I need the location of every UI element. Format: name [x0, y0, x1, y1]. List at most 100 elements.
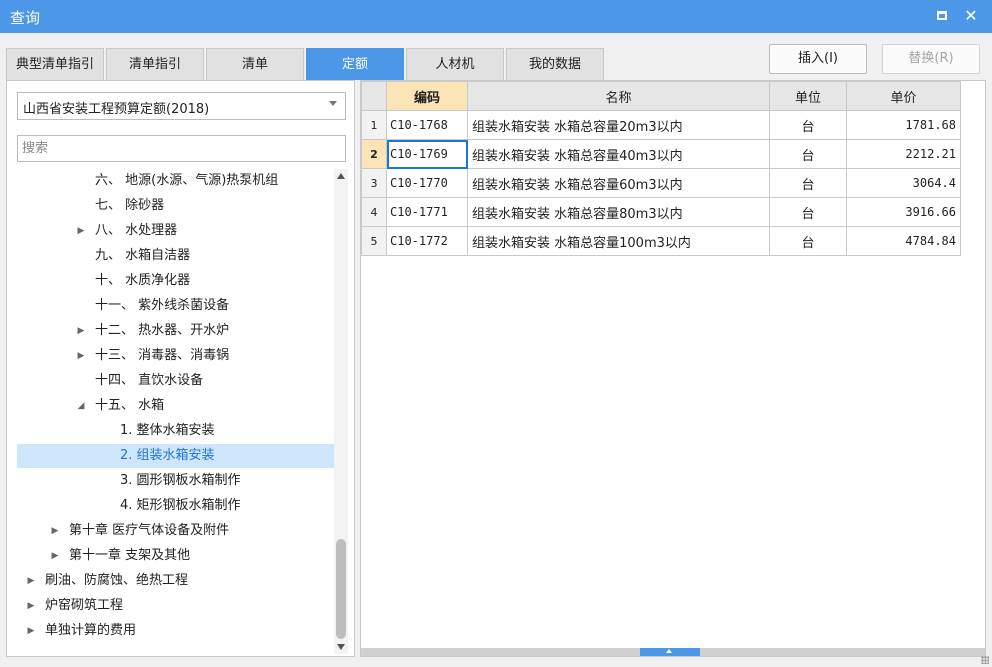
quota-table: 编码 名称 单位 单价 1 C10-1768 组装水箱安装 水箱总容量20m3以… [361, 81, 961, 256]
cell-price[interactable]: 1781.68 [846, 110, 961, 140]
tree-item-label: 4. 矩形钢板水箱制作 [120, 498, 241, 513]
expand-caret-icon[interactable]: ▶ [75, 219, 87, 243]
cell-price[interactable]: 3916.66 [846, 197, 961, 227]
cell-unit[interactable]: 台 [769, 110, 847, 140]
row-number: 2 [361, 139, 387, 169]
tree-item[interactable]: ◢ 十五、 水箱 [17, 394, 334, 418]
expand-caret-icon[interactable]: ▶ [75, 319, 87, 343]
tree-item[interactable]: 十一、 紫外线杀菌设备 [17, 294, 334, 318]
column-header-unit[interactable]: 单位 [769, 81, 847, 111]
tree-item-label: 2. 组装水箱安装 [120, 448, 215, 463]
cell-unit[interactable]: 台 [769, 168, 847, 198]
cell-unit[interactable]: 台 [769, 139, 847, 169]
row-number: 1 [361, 110, 387, 140]
tree-item-label: 3. 圆形钢板水箱制作 [120, 473, 241, 488]
tab-labor-material-machine[interactable]: 人材机 [406, 48, 504, 80]
tree-item-label: 七、 除砂器 [95, 198, 165, 213]
tree-item-label: 第十一章 支架及其他 [69, 548, 191, 563]
table-row[interactable]: 5 C10-1772 组装水箱安装 水箱总容量100m3以内 台 4784.84 [361, 226, 961, 256]
cell-unit[interactable]: 台 [769, 197, 847, 227]
category-tree: 六、 地源(水源、气源)热泵机组 七、 除砂器 ▶ 八、 水处理器 九、 水箱自… [17, 169, 334, 654]
cell-name[interactable]: 组装水箱安装 水箱总容量60m3以内 [467, 168, 770, 198]
table-header-row: 编码 名称 单位 单价 [361, 81, 961, 111]
column-header-price[interactable]: 单价 [846, 81, 961, 111]
resize-grip-icon[interactable] [981, 656, 989, 664]
title-bar: 查询 ✕ [0, 0, 992, 33]
expand-caret-icon[interactable]: ▶ [25, 594, 37, 618]
tab-typical-list-guide[interactable]: 典型清单指引 [6, 48, 104, 80]
cell-name[interactable]: 组装水箱安装 水箱总容量40m3以内 [467, 139, 770, 169]
tree-item[interactable]: 十、 水质净化器 [17, 269, 334, 293]
cell-price[interactable]: 3064.4 [846, 168, 961, 198]
tree-item[interactable]: ▶ 刷油、防腐蚀、绝热工程 [17, 569, 334, 593]
row-number: 5 [361, 226, 387, 256]
tree-item[interactable]: 九、 水箱自洁器 [17, 244, 334, 268]
tab-quota[interactable]: 定额 [306, 48, 404, 80]
cell-name[interactable]: 组装水箱安装 水箱总容量20m3以内 [467, 110, 770, 140]
table-row[interactable]: 3 C10-1770 组装水箱安装 水箱总容量60m3以内 台 3064.4 [361, 168, 961, 198]
column-header-name[interactable]: 名称 [467, 81, 770, 111]
tree-item[interactable]: 1. 整体水箱安装 [17, 419, 334, 443]
tree-item-label: 十、 水质净化器 [95, 273, 191, 288]
expand-caret-icon[interactable]: ▶ [49, 544, 61, 568]
tree-item[interactable]: ▶ 炉窑砌筑工程 [17, 594, 334, 618]
cell-code[interactable]: C10-1771 [386, 197, 468, 227]
scroll-down-icon[interactable] [337, 644, 345, 650]
library-select[interactable]: 山西省安装工程预算定额(2018) [17, 92, 346, 120]
tab-list[interactable]: 清单 [206, 48, 304, 80]
cell-code[interactable]: C10-1769 [386, 139, 468, 169]
cell-name[interactable]: 组装水箱安装 水箱总容量100m3以内 [467, 226, 770, 256]
scrollbar-thumb[interactable] [336, 539, 346, 639]
maximize-icon[interactable] [932, 6, 952, 26]
insert-button[interactable]: 插入(I) [769, 44, 867, 74]
tree-item-label: 九、 水箱自洁器 [95, 248, 191, 263]
column-header-code[interactable]: 编码 [386, 81, 468, 111]
tree-item[interactable]: 六、 地源(水源、气源)热泵机组 [17, 169, 334, 193]
close-icon[interactable]: ✕ [961, 6, 981, 26]
replace-button[interactable]: 替换(R) [882, 44, 980, 74]
tree-item-selected[interactable]: 2. 组装水箱安装 [17, 444, 334, 468]
grid-splitter-bar[interactable] [361, 648, 985, 656]
tree-item[interactable]: ▶ 八、 水处理器 [17, 219, 334, 243]
cell-price[interactable]: 2212.21 [846, 139, 961, 169]
left-panel: 山西省安装工程预算定额(2018) 六、 地源(水源、气源)热泵机组 七、 除砂… [6, 80, 355, 657]
tree-item[interactable]: ▶ 单独计算的费用 [17, 619, 334, 643]
expand-caret-icon[interactable]: ▶ [25, 619, 37, 643]
tree-item[interactable]: 4. 矩形钢板水箱制作 [17, 494, 334, 518]
tree-item-label: 十四、 直饮水设备 [95, 373, 204, 388]
corner-cell [361, 81, 387, 111]
tree-item[interactable]: 七、 除砂器 [17, 194, 334, 218]
tab-my-data[interactable]: 我的数据 [506, 48, 604, 80]
splitter-handle[interactable] [640, 648, 700, 656]
tree-item[interactable]: ▶ 十三、 消毒器、消毒锅 [17, 344, 334, 368]
cell-code[interactable]: C10-1770 [386, 168, 468, 198]
tree-item-label: 十五、 水箱 [95, 398, 165, 413]
tree-item-label: 单独计算的费用 [45, 623, 137, 638]
expand-caret-icon[interactable]: ▶ [75, 344, 87, 368]
tab-list-guide[interactable]: 清单指引 [106, 48, 204, 80]
tree-item[interactable]: 3. 圆形钢板水箱制作 [17, 469, 334, 493]
table-row[interactable]: 4 C10-1771 组装水箱安装 水箱总容量80m3以内 台 3916.66 [361, 197, 961, 227]
row-number: 4 [361, 197, 387, 227]
scroll-up-icon[interactable] [337, 173, 345, 179]
cell-price[interactable]: 4784.84 [846, 226, 961, 256]
table-row-current[interactable]: 2 C10-1769 组装水箱安装 水箱总容量40m3以内 台 2212.21 [361, 139, 961, 169]
cell-unit[interactable]: 台 [769, 226, 847, 256]
search-input[interactable] [17, 135, 346, 162]
window-title: 查询 [10, 9, 41, 27]
tree-item[interactable]: 十四、 直饮水设备 [17, 369, 334, 393]
tree-item[interactable]: ▶ 第十章 医疗气体设备及附件 [17, 519, 334, 543]
tree-item-label: 刷油、防腐蚀、绝热工程 [45, 573, 189, 588]
expand-caret-icon[interactable]: ▶ [25, 569, 37, 593]
table-row[interactable]: 1 C10-1768 组装水箱安装 水箱总容量20m3以内 台 1781.68 [361, 110, 961, 140]
cell-name[interactable]: 组装水箱安装 水箱总容量80m3以内 [467, 197, 770, 227]
tree-item[interactable]: ▶ 第十一章 支架及其他 [17, 544, 334, 568]
expand-caret-icon[interactable]: ▶ [49, 519, 61, 543]
tree-item-label: 第十章 医疗气体设备及附件 [69, 523, 230, 538]
tree-item-label: 十二、 热水器、开水炉 [95, 323, 230, 338]
collapse-caret-icon[interactable]: ◢ [75, 394, 87, 418]
tree-scrollbar[interactable] [334, 169, 348, 654]
cell-code[interactable]: C10-1772 [386, 226, 468, 256]
tree-item[interactable]: ▶ 十二、 热水器、开水炉 [17, 319, 334, 343]
cell-code[interactable]: C10-1768 [386, 110, 468, 140]
